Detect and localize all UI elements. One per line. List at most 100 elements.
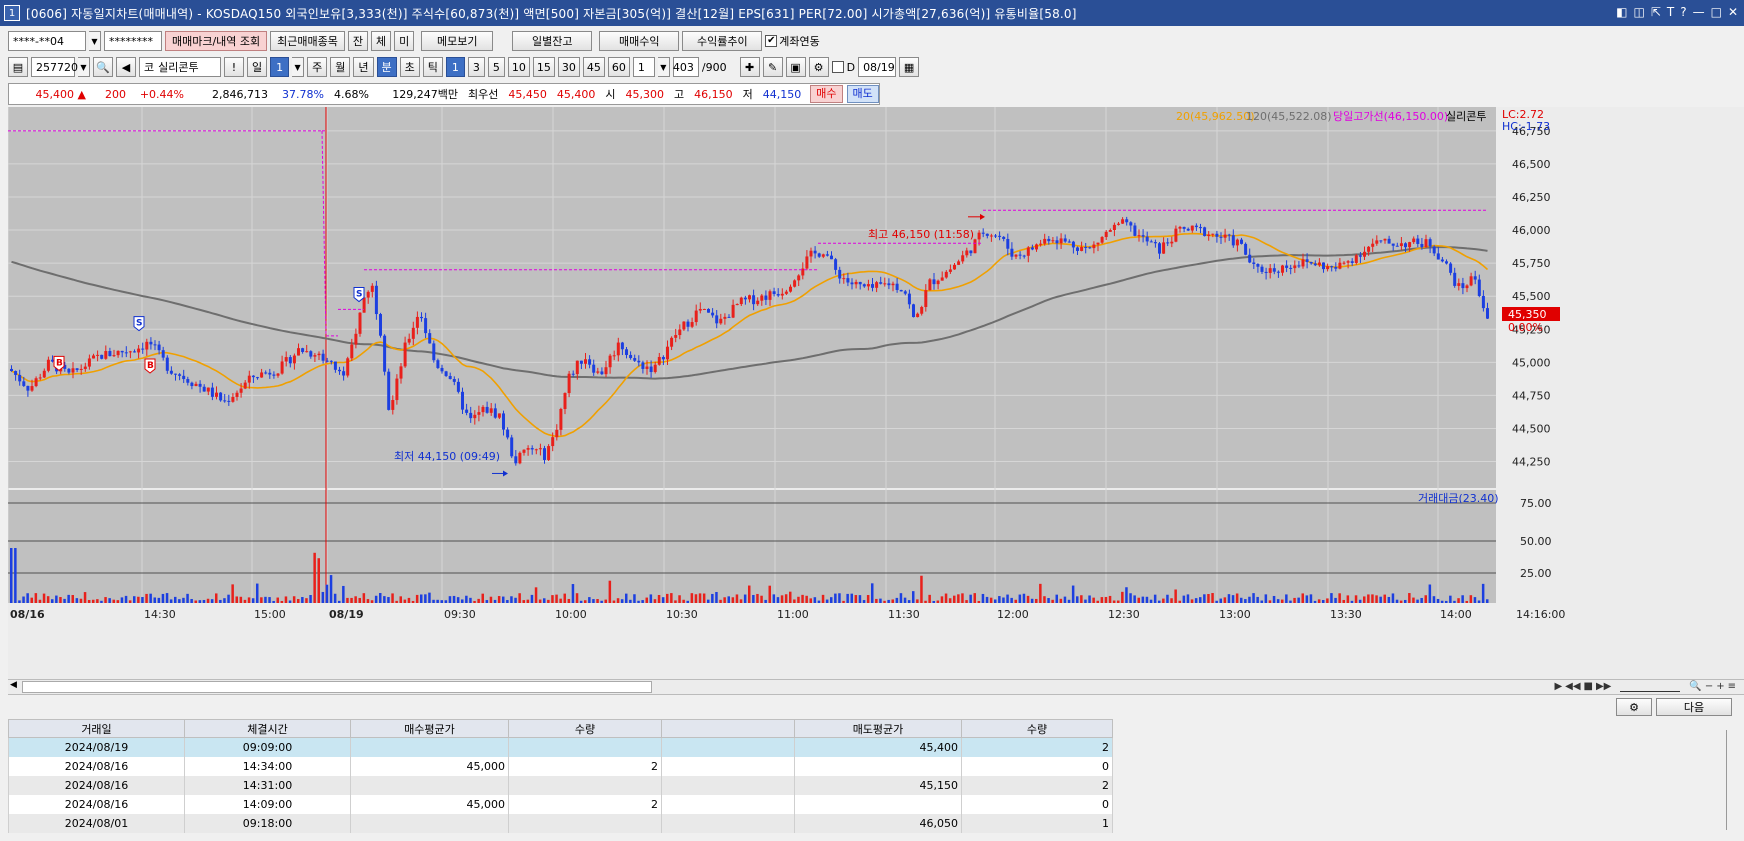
save-icon[interactable]: ▣: [785, 57, 806, 77]
recent-trade-button[interactable]: 최근매매종목: [270, 31, 345, 51]
table-row[interactable]: 2024/08/16 14:31:00 45,150 2: [8, 775, 1113, 795]
period-week-button[interactable]: 주: [307, 57, 328, 77]
price-chart[interactable]: BSBS 46,75046,50046,25046,00045,75045,50…: [8, 107, 1744, 679]
add-indicator-icon[interactable]: ✚: [739, 57, 760, 77]
ma20-legend: 20(45,962.50): [1176, 110, 1255, 123]
minus-icon[interactable]: −: [1705, 681, 1713, 692]
calendar-icon[interactable]: ▦: [899, 57, 920, 77]
speed-slider[interactable]: [1620, 681, 1681, 692]
candle: [1473, 276, 1477, 280]
interval-15-button[interactable]: 15: [532, 57, 555, 77]
maximize-icon[interactable]: □: [1711, 5, 1722, 19]
return-trend-button[interactable]: 수익률추이: [682, 31, 763, 51]
candle: [104, 351, 108, 359]
candle: [1071, 241, 1075, 248]
candle: [149, 341, 153, 345]
volume-bar: [1149, 599, 1153, 603]
memo-button[interactable]: 메모보기: [421, 31, 494, 51]
dock-icon[interactable]: ◧: [1616, 5, 1627, 19]
scroll-thumb[interactable]: [22, 681, 652, 693]
chart-scrollbar[interactable]: ◀ ▶ ◀◀ ■ ▶▶ 🔍 − + ≡: [8, 679, 1744, 695]
stock-code-input[interactable]: 257720: [31, 57, 78, 77]
font-icon[interactable]: T: [1667, 5, 1674, 19]
count-select[interactable]: 1: [632, 57, 655, 77]
speaker-icon[interactable]: ◀: [116, 57, 136, 77]
settings-button[interactable]: ⚙: [1616, 698, 1652, 716]
period-number[interactable]: 1: [270, 57, 290, 77]
scroll-right-icon[interactable]: ▶: [1554, 681, 1562, 692]
d-checkbox[interactable]: [831, 61, 844, 73]
forward-icon[interactable]: ▶▶: [1596, 681, 1611, 692]
volume-bar: [998, 596, 1001, 603]
volume-bar: [317, 558, 320, 603]
interval-30-button[interactable]: 30: [557, 57, 580, 77]
volume-bar: [571, 584, 575, 603]
code-dropdown-icon[interactable]: ▼: [78, 57, 90, 77]
period-tick-button[interactable]: 틱: [422, 57, 443, 77]
table-row[interactable]: 2024/08/19 09:09:00 45,400 2: [8, 737, 1113, 757]
daily-balance-button[interactable]: 일별잔고: [512, 31, 593, 51]
plus-icon[interactable]: +: [1716, 681, 1724, 692]
volume-bar: [30, 597, 33, 603]
buy-button[interactable]: 매수: [810, 85, 843, 103]
date-input[interactable]: 08/19: [858, 57, 897, 77]
stock-name-field[interactable]: 코 실리콘투: [139, 57, 221, 77]
zoom-out-icon[interactable]: 🔍: [1689, 681, 1701, 692]
account-dropdown-icon[interactable]: ▼: [89, 31, 101, 51]
next-button[interactable]: 다음: [1656, 698, 1732, 716]
candle: [1367, 246, 1371, 252]
table-row[interactable]: 2024/08/16 14:09:00 45,000 2 0: [8, 794, 1113, 814]
table-scrollbar[interactable]: [1726, 730, 1734, 830]
sell-button[interactable]: 매도: [846, 85, 879, 103]
account-select[interactable]: ****-**04: [8, 31, 86, 51]
candle: [1399, 243, 1403, 247]
table-row[interactable]: 2024/08/01 09:18:00 46,050 1: [8, 813, 1113, 833]
interval-3-button[interactable]: 3: [467, 57, 485, 77]
interval-60-button[interactable]: 60: [607, 57, 630, 77]
unexecuted-button[interactable]: 미: [394, 31, 415, 51]
trade-mark-query-button[interactable]: 매매마크/내역 조회: [165, 31, 268, 51]
menu-icon[interactable]: ≡: [1728, 681, 1736, 692]
warning-button[interactable]: !: [224, 57, 244, 77]
account-link-checkbox[interactable]: ✔ 계좌연동: [765, 33, 820, 49]
search-icon[interactable]: 🔍: [93, 57, 113, 77]
period-year-button[interactable]: 년: [353, 57, 374, 77]
period-minute-button[interactable]: 분: [376, 57, 397, 77]
interval-10-button[interactable]: 10: [507, 57, 530, 77]
volume-bar: [588, 597, 591, 603]
candle: [936, 280, 940, 285]
candle: [957, 261, 961, 265]
draw-tool-icon[interactable]: ✎: [762, 57, 783, 77]
period-dropdown-icon[interactable]: ▼: [292, 57, 305, 77]
scroll-left-icon[interactable]: ◀: [10, 680, 17, 690]
check-icon[interactable]: ✔: [765, 35, 778, 47]
interval-45-button[interactable]: 45: [582, 57, 605, 77]
trade-profit-button[interactable]: 매매수익: [599, 31, 680, 51]
interval-1-button[interactable]: 1: [445, 57, 465, 77]
password-field[interactable]: ********: [104, 31, 162, 51]
data-count-input[interactable]: 403: [672, 57, 699, 77]
table-row[interactable]: 2024/08/16 14:34:00 45,000 2 0: [8, 756, 1113, 776]
period-month-button[interactable]: 월: [330, 57, 351, 77]
period-day-button[interactable]: 일: [247, 57, 268, 77]
candle: [579, 360, 583, 364]
layout-icon[interactable]: ▤: [8, 57, 28, 77]
expand-icon[interactable]: ⇱: [1651, 5, 1661, 19]
period-second-button[interactable]: 초: [399, 57, 420, 77]
balance-button[interactable]: 잔: [347, 31, 369, 51]
candle: [1076, 247, 1079, 251]
rewind-icon[interactable]: ◀◀: [1565, 681, 1580, 692]
interval-5-button[interactable]: 5: [487, 57, 505, 77]
minimize-icon[interactable]: —: [1693, 5, 1705, 19]
gear-icon[interactable]: ⚙: [808, 57, 829, 77]
close-icon[interactable]: ✕: [1728, 5, 1738, 19]
volume-bar: [354, 596, 357, 603]
candle: [1030, 247, 1034, 250]
count-dropdown-icon[interactable]: ▼: [657, 57, 670, 77]
split-icon[interactable]: ◫: [1633, 5, 1644, 19]
executed-button[interactable]: 체: [371, 31, 392, 51]
help-icon[interactable]: ?: [1680, 5, 1686, 19]
candle: [1387, 238, 1391, 244]
candle: [161, 350, 165, 358]
stop-icon[interactable]: ■: [1584, 681, 1593, 692]
